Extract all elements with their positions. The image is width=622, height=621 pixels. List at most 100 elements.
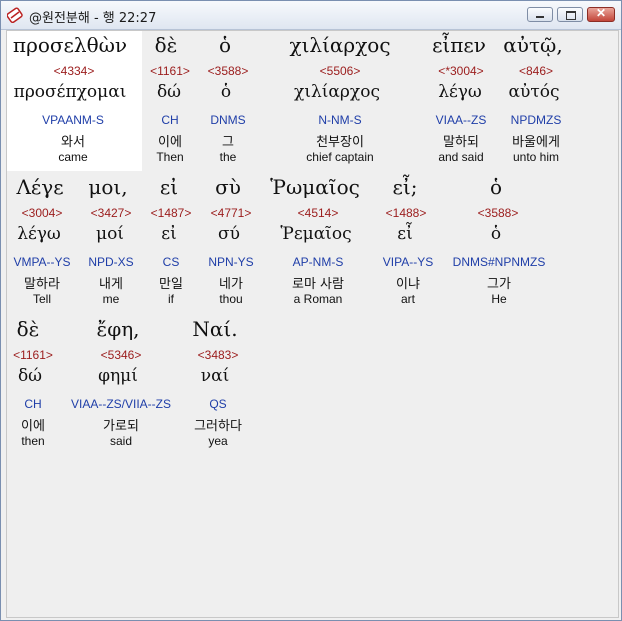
parsing-code: CS <box>162 255 180 269</box>
lemma: ὁ <box>490 224 502 244</box>
parsing-code: DNMS#NPNMZS <box>452 255 546 269</box>
strong-number[interactable]: <1487> <box>151 206 192 220</box>
strong-number[interactable]: <3588> <box>478 206 519 220</box>
strong-number[interactable]: <4334> <box>54 64 95 78</box>
strong-number[interactable]: <5506> <box>320 64 361 78</box>
greek-word[interactable]: δὲ <box>17 317 40 341</box>
parsing-code: VIAA--ZS <box>435 113 487 127</box>
parsing-code: N-NM-S <box>318 113 362 127</box>
lemma: ὁ <box>220 82 232 102</box>
greek-word: προσελθὼν <box>12 33 128 57</box>
app-window: @원전분해 - 행 22:27 ✕ προσελθὼν <4334> προσέ… <box>0 0 622 621</box>
word-block[interactable]: προσελθὼν <box>13 33 127 57</box>
parsing-code: QS <box>209 397 227 411</box>
english-gloss: then <box>21 434 45 448</box>
strong-number[interactable]: <1161> <box>150 64 190 78</box>
strong-number[interactable]: <1488> <box>386 206 427 220</box>
maximize-button[interactable] <box>557 7 583 22</box>
lemma: Ῥεμαῖος <box>280 224 352 244</box>
english-gloss: and said <box>438 150 484 164</box>
lemma: λέγω <box>438 82 482 102</box>
greek-word[interactable]: ἔφη, <box>96 317 139 341</box>
window-title: @원전분해 - 행 22:27 <box>29 11 157 26</box>
strong-number[interactable]: <5346> <box>101 348 142 362</box>
greek-word[interactable]: σὺ <box>215 175 241 199</box>
parsing-code: VPAANM-S <box>42 113 104 127</box>
minimize-button[interactable] <box>527 7 553 22</box>
korean-gloss: 이에 <box>21 419 45 434</box>
lemma: ναί <box>200 366 230 386</box>
lemma: δώ <box>156 82 182 102</box>
strong-number[interactable]: <3588> <box>208 64 249 78</box>
close-button[interactable]: ✕ <box>587 6 615 22</box>
greek-word[interactable]: εἶ; <box>393 175 418 199</box>
strong-number[interactable]: <3427> <box>91 206 132 220</box>
english-gloss: yea <box>208 434 228 448</box>
lemma: αὐτός <box>508 82 560 102</box>
korean-gloss: 말하라 <box>24 277 60 292</box>
lemma: σύ <box>218 224 240 244</box>
korean-gloss: 이냐 <box>396 277 420 292</box>
korean-gloss: 만일 <box>159 277 183 292</box>
english-gloss: Tell <box>32 292 52 306</box>
strong-number[interactable]: <4514> <box>298 206 339 220</box>
lemma: μοί <box>96 224 124 244</box>
english-gloss: if <box>168 292 174 306</box>
lemma: εἶ <box>397 224 413 244</box>
korean-gloss: 로마 사람 <box>292 277 344 292</box>
strong-number[interactable]: <*3004> <box>438 64 483 78</box>
parsing-code: CH <box>161 113 179 127</box>
greek-word[interactable]: ὁ <box>219 33 231 57</box>
strong-number[interactable]: <4771> <box>211 206 252 220</box>
minimize-icon <box>536 16 544 18</box>
english-gloss: unto him <box>512 150 560 164</box>
korean-gloss: 이에 <box>158 135 182 150</box>
parsing-code: NPN-YS <box>208 255 254 269</box>
lemma: χιλίαρχος <box>294 82 380 102</box>
strong-number[interactable]: <1161> <box>13 348 53 362</box>
greek-word[interactable]: εἰ <box>160 175 178 199</box>
korean-gloss: 바울에게 <box>512 135 560 150</box>
close-icon: ✕ <box>595 6 607 20</box>
maximize-icon <box>566 11 576 20</box>
interlinear-pane[interactable]: προσελθὼν <4334> προσέπχομαι VPAANM-S 와서… <box>6 30 619 618</box>
greek-word[interactable]: εἶπεν <box>432 33 486 57</box>
lemma: φημί <box>98 366 138 386</box>
korean-gloss: 가로되 <box>103 419 139 434</box>
lemma: λέγω <box>17 224 61 244</box>
parsing-code: VIPA--YS <box>382 255 434 269</box>
greek-word[interactable]: ὁ <box>490 175 502 199</box>
greek-word[interactable]: Ναί. <box>192 317 237 341</box>
english-gloss: thou <box>219 292 243 306</box>
greek-word[interactable]: χιλίαρχος <box>289 33 390 57</box>
korean-gloss: 그 <box>222 135 234 150</box>
greek-word[interactable]: μοι, <box>88 175 127 199</box>
strong-number[interactable]: <3004> <box>22 206 63 220</box>
korean-gloss: 와서 <box>61 135 85 150</box>
greek-word[interactable]: αὐτῷ, <box>503 33 562 57</box>
title-bar[interactable]: @원전분해 - 행 22:27 ✕ <box>1 1 621 30</box>
lemma: προσέπχομαι <box>13 82 127 102</box>
parsing-code: CH <box>24 397 42 411</box>
english-gloss: He <box>491 292 507 306</box>
korean-gloss: 천부장이 <box>316 135 364 150</box>
app-icon <box>7 7 23 23</box>
greek-word[interactable]: δὲ <box>155 33 178 57</box>
greek-word[interactable]: Ῥωμαῖος <box>270 175 360 199</box>
english-gloss: a Roman <box>293 292 343 306</box>
korean-gloss: 그러하다 <box>194 419 242 434</box>
korean-gloss: 그가 <box>487 277 511 292</box>
lemma: δώ <box>17 366 43 386</box>
english-gloss: art <box>400 292 416 306</box>
parsing-code: VIAA--ZS/VIIA--ZS <box>70 397 172 411</box>
korean-gloss: 네가 <box>219 277 243 292</box>
parsing-code: VMPA--YS <box>13 255 71 269</box>
korean-gloss: 내게 <box>99 277 123 292</box>
strong-number[interactable]: <3483> <box>198 348 239 362</box>
english-gloss: me <box>102 292 120 306</box>
parsing-code: NPD-XS <box>88 255 134 269</box>
english-gloss: came <box>58 150 88 164</box>
english-gloss: the <box>219 150 237 164</box>
greek-word[interactable]: Λέγε <box>16 175 63 199</box>
strong-number[interactable]: <846> <box>519 64 553 78</box>
